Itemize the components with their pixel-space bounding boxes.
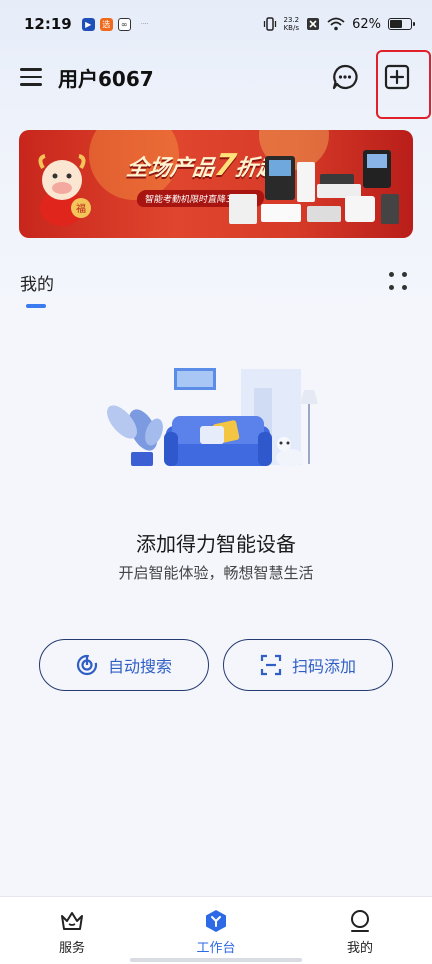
message-button[interactable]: [330, 62, 360, 92]
auto-search-label: 自动搜索: [107, 657, 172, 676]
add-device-button[interactable]: [382, 62, 412, 92]
crown-icon: [61, 912, 83, 930]
scan-add-button[interactable]: 扫码添加: [223, 639, 393, 691]
nav-item-profile[interactable]: 我的: [288, 897, 432, 964]
notification-app-icon: ····: [140, 20, 149, 28]
menu-icon[interactable]: [20, 68, 42, 86]
nav-label-service: 服务: [58, 941, 85, 956]
network-speed-unit: KB/s: [283, 24, 299, 32]
tab-indicator: [26, 304, 46, 308]
empty-state-subtitle: 开启智能体验，畅想智慧生活: [118, 564, 314, 582]
header-actions: [330, 62, 412, 92]
notification-app-icon: 选: [99, 17, 113, 31]
status-right: 23.2 KB/s 62%: [263, 16, 415, 32]
battery-percent: 62%: [352, 16, 381, 32]
chat-bubble-icon: [332, 64, 358, 90]
top-app-bar: 用户6067: [0, 52, 432, 102]
no-sim-icon: [307, 18, 320, 30]
vibrate-icon: [263, 17, 276, 31]
nav-label-workbench: 工作台: [196, 941, 236, 956]
banner-headline-prefix: 全场产品: [124, 156, 217, 181]
user-name-title: 用户6067: [58, 66, 154, 91]
home-indicator: [130, 958, 302, 962]
status-time: 12:19: [24, 15, 72, 33]
add-square-icon: [384, 64, 410, 90]
nav-item-workbench[interactable]: 工作台: [144, 897, 288, 964]
scan-add-label: 扫码添加: [291, 657, 356, 676]
ox-mascot-icon: 福: [38, 154, 91, 226]
app-screen: 12:19 ▶ 选 ∞ ···· 23.2 KB/s 62% 用户6067 福 …: [0, 0, 432, 964]
auto-search-button[interactable]: 自动搜索: [39, 639, 209, 691]
wifi-icon: [327, 17, 345, 31]
scan-icon: [260, 654, 282, 676]
network-speed-value: 23.2: [283, 16, 300, 24]
notification-app-icon: ▶: [81, 17, 95, 31]
notification-app-icon: ∞: [117, 17, 131, 31]
radar-search-icon: [76, 654, 98, 676]
status-app-icons: ▶ 选 ∞ ····: [81, 17, 154, 31]
network-speed: 23.2 KB/s: [284, 16, 300, 32]
battery-level: [390, 20, 403, 28]
mascot-fu-label: 福: [76, 202, 86, 215]
nav-item-service[interactable]: 服务: [0, 897, 144, 964]
status-bar: 12:19 ▶ 选 ∞ ···· 23.2 KB/s 62%: [0, 0, 432, 48]
bottom-navigation: 服务 工作台 我的: [0, 896, 432, 964]
empty-state-title: 添加得力智能设备: [136, 532, 296, 556]
product-collage-image: [229, 150, 399, 224]
my-devices-tab[interactable]: 我的: [20, 270, 54, 295]
battery-icon: [388, 18, 415, 30]
workbench-icon: [206, 910, 226, 932]
empty-room-illustration: [107, 368, 318, 467]
promo-banner[interactable]: 福 全场产品7折起 智能考勤机限时直降300元!: [19, 130, 413, 238]
nav-label-profile: 我的: [346, 941, 373, 956]
profile-icon: [351, 910, 369, 932]
grid-view-button[interactable]: [387, 270, 409, 292]
